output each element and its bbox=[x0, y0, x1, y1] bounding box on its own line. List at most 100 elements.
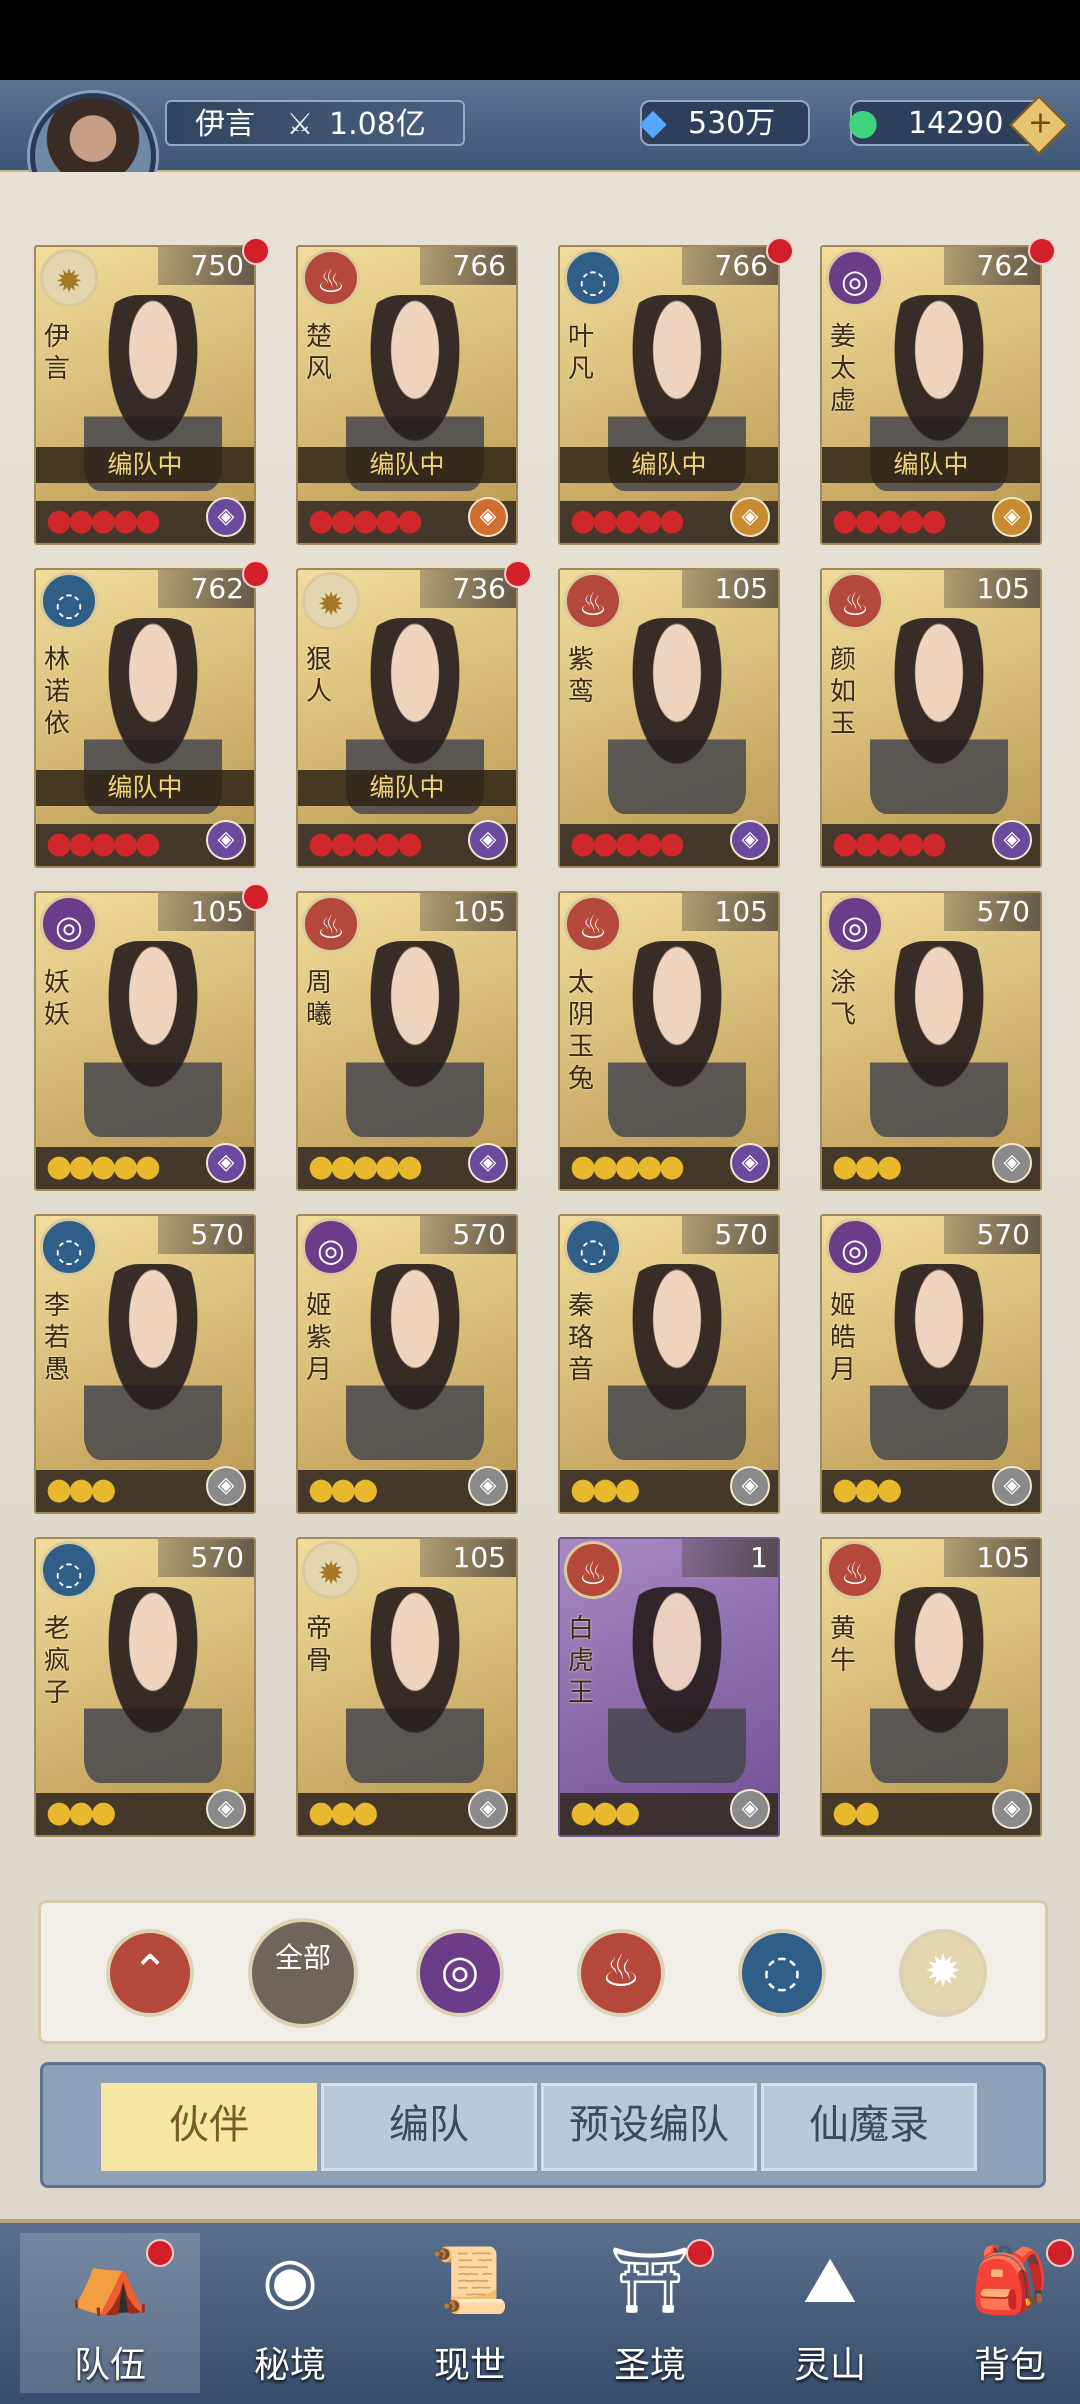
bottom-nav: ⛺ 队伍 ◉ 秘境 📜 现世 ⛩ 圣境 ⛰ 灵山 🎒 背包 bbox=[0, 2219, 1080, 2404]
character-card[interactable]: ◎ 762 姜太虚 编队中 ●●●●● ◈ bbox=[820, 245, 1042, 545]
character-card[interactable]: ♨ 105 紫鸾 ●●●●● ◈ bbox=[558, 568, 780, 868]
character-portrait bbox=[608, 941, 746, 1137]
nav-item-2[interactable]: 📜 现世 bbox=[380, 2233, 560, 2393]
water-element-icon: ◌ bbox=[564, 249, 622, 307]
star-rating: ●●●●● bbox=[46, 826, 161, 861]
character-card[interactable]: ◎ 570 涂飞 ●●● ◈ bbox=[820, 891, 1042, 1191]
star-rating: ●●●●● bbox=[46, 1149, 161, 1184]
nav-icon: 🎒 bbox=[970, 2244, 1050, 2318]
notification-dot bbox=[1046, 2239, 1074, 2267]
filter-dark-icon[interactable]: ◎ bbox=[416, 1929, 504, 2017]
star-rating: ●●● bbox=[832, 1149, 903, 1184]
character-card[interactable]: ◌ 570 秦珞音 ●●● ◈ bbox=[558, 1214, 780, 1514]
character-card[interactable]: ◌ 766 叶凡 编队中 ●●●●● ◈ bbox=[558, 245, 780, 545]
character-name: 黄牛 bbox=[829, 1614, 856, 1676]
character-name: 姜太虚 bbox=[829, 322, 856, 416]
rank-icon: ◈ bbox=[730, 1466, 770, 1506]
status-bar bbox=[0, 0, 1080, 80]
notification-dot bbox=[504, 560, 532, 588]
star-rating: ●●●●● bbox=[570, 826, 685, 861]
character-level: 736 bbox=[420, 570, 516, 608]
water-element-icon: ◌ bbox=[40, 572, 98, 630]
crystal-icon: ◆ bbox=[639, 102, 667, 143]
character-level: 762 bbox=[158, 570, 254, 608]
character-card[interactable]: ♨ 105 黄牛 ●● ◈ bbox=[820, 1537, 1042, 1837]
star-rating: ●● bbox=[832, 1795, 880, 1830]
character-portrait bbox=[346, 1264, 484, 1460]
rank-icon: ◈ bbox=[992, 497, 1032, 537]
character-card[interactable]: ◎ 570 姬皓月 ●●● ◈ bbox=[820, 1214, 1042, 1514]
nav-icon: ⛩ bbox=[609, 2244, 691, 2318]
notification-dot bbox=[242, 883, 270, 911]
dark-element-icon: ◎ bbox=[826, 1218, 884, 1276]
nav-item-1[interactable]: ◉ 秘境 bbox=[200, 2233, 380, 2393]
filter-all-button[interactable]: 全部 bbox=[248, 1918, 358, 2028]
character-card[interactable]: ✹ 750 伊言 编队中 ●●●●● ◈ bbox=[34, 245, 256, 545]
rank-icon: ◈ bbox=[206, 497, 246, 537]
character-name: 姬紫月 bbox=[305, 1291, 332, 1385]
filter-fire-icon[interactable]: ♨ bbox=[577, 1929, 665, 2017]
filter-fire-icon: ♨ bbox=[601, 1946, 641, 1997]
character-name: 颜如玉 bbox=[829, 645, 856, 739]
star-rating: ●●●●● bbox=[308, 1149, 423, 1184]
character-name: 老疯子 bbox=[43, 1614, 70, 1708]
tab-3[interactable]: 仙魔录 bbox=[761, 2083, 977, 2171]
filter-up-icon[interactable]: ⌃ bbox=[106, 1929, 194, 2017]
rank-icon: ◈ bbox=[730, 1789, 770, 1829]
character-name: 周曦 bbox=[305, 968, 332, 1030]
character-level: 570 bbox=[158, 1539, 254, 1577]
filter-light-icon[interactable]: ✹ bbox=[899, 1929, 987, 2017]
jade-icon: ● bbox=[847, 102, 879, 143]
character-card[interactable]: ♨ 105 太阴玉兔 ●●●●● ◈ bbox=[558, 891, 780, 1191]
character-portrait bbox=[84, 941, 222, 1137]
jade-resource[interactable]: ● 14290 + bbox=[847, 95, 1069, 155]
character-name: 伊言 bbox=[43, 322, 70, 384]
character-name: 李若愚 bbox=[43, 1291, 70, 1385]
character-name: 太阴玉兔 bbox=[567, 968, 594, 1094]
star-rating: ●●● bbox=[570, 1795, 641, 1830]
character-card[interactable]: ♨ 1 白虎王 ●●● ◈ bbox=[558, 1537, 780, 1837]
character-card[interactable]: ♨ 105 周曦 ●●●●● ◈ bbox=[296, 891, 518, 1191]
character-card[interactable]: ◎ 105 妖妖 ●●●●● ◈ bbox=[34, 891, 256, 1191]
rank-icon: ◈ bbox=[468, 497, 508, 537]
tab-0[interactable]: 伙伴 bbox=[101, 2083, 317, 2171]
filter-dark-icon: ◎ bbox=[440, 1946, 480, 1997]
rank-icon: ◈ bbox=[206, 820, 246, 860]
character-card[interactable]: ◎ 570 姬紫月 ●●● ◈ bbox=[296, 1214, 518, 1514]
rank-icon: ◈ bbox=[468, 820, 508, 860]
character-card[interactable]: ◌ 570 李若愚 ●●● ◈ bbox=[34, 1214, 256, 1514]
character-card[interactable]: ♨ 105 颜如玉 ●●●●● ◈ bbox=[820, 568, 1042, 868]
water-element-icon: ◌ bbox=[564, 1218, 622, 1276]
in-team-tag: 编队中 bbox=[822, 447, 1040, 483]
character-card[interactable]: ♨ 766 楚风 编队中 ●●●●● ◈ bbox=[296, 245, 518, 545]
character-level: 105 bbox=[944, 1539, 1040, 1577]
player-name: 伊言 bbox=[195, 107, 255, 142]
nav-label: 队伍 bbox=[73, 2345, 146, 2386]
nav-item-3[interactable]: ⛩ 圣境 bbox=[560, 2233, 740, 2393]
in-team-tag: 编队中 bbox=[36, 447, 254, 483]
nav-item-5[interactable]: 🎒 背包 bbox=[920, 2233, 1080, 2393]
nav-item-4[interactable]: ⛰ 灵山 bbox=[740, 2233, 920, 2393]
power-icon: ⚔ bbox=[286, 107, 314, 142]
character-card[interactable]: ✹ 736 狠人 编队中 ●●●●● ◈ bbox=[296, 568, 518, 868]
filter-light-icon: ✹ bbox=[924, 1946, 962, 1997]
character-level: 750 bbox=[158, 247, 254, 285]
character-card[interactable]: ◌ 570 老疯子 ●●● ◈ bbox=[34, 1537, 256, 1837]
character-level: 766 bbox=[682, 247, 778, 285]
tab-2[interactable]: 预设编队 bbox=[541, 2083, 757, 2171]
character-portrait bbox=[346, 941, 484, 1137]
character-level: 570 bbox=[944, 1216, 1040, 1254]
filter-water-icon[interactable]: ◌ bbox=[738, 1929, 826, 2017]
nav-item-0[interactable]: ⛺ 队伍 bbox=[20, 2233, 200, 2393]
light-element-icon: ✹ bbox=[302, 572, 360, 630]
character-level: 570 bbox=[158, 1216, 254, 1254]
character-portrait bbox=[84, 1264, 222, 1460]
character-card[interactable]: ◌ 762 林诺依 编队中 ●●●●● ◈ bbox=[34, 568, 256, 868]
nav-label: 背包 bbox=[973, 2345, 1046, 2386]
notification-dot bbox=[686, 2239, 714, 2267]
jade-value: 14290 bbox=[908, 106, 1004, 141]
crystal-resource[interactable]: ◆ 530万 bbox=[639, 100, 810, 146]
tab-1[interactable]: 编队 bbox=[321, 2083, 537, 2171]
character-card[interactable]: ✹ 105 帝骨 ●●● ◈ bbox=[296, 1537, 518, 1837]
character-name: 秦珞音 bbox=[567, 1291, 594, 1385]
